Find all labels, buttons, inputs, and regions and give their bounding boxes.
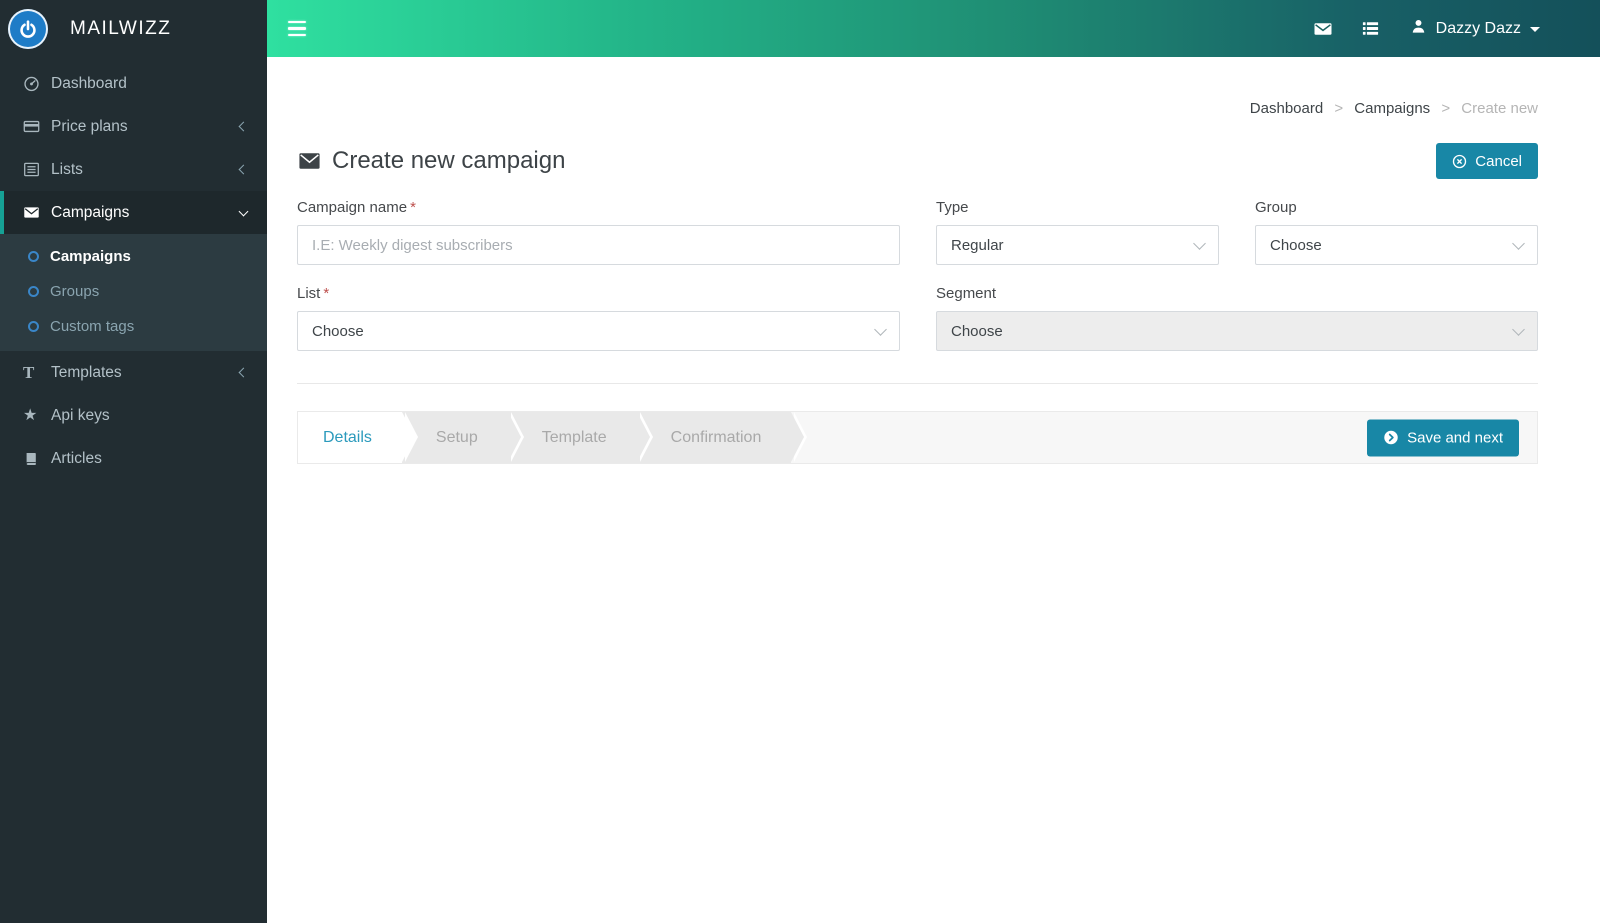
breadcrumb-campaigns[interactable]: Campaigns [1354,100,1430,117]
chevron-left-icon [239,368,249,378]
sidebar-subitem-campaigns[interactable]: Campaigns [0,239,267,274]
brand[interactable]: MAILWIZZ [0,0,267,57]
credit-card-icon [23,118,51,135]
wizard-steps-bar: Details Setup Template Confirmation Save… [297,411,1538,464]
chevron-down-icon [874,323,887,336]
wizard-step-label: Setup [436,429,478,447]
chevron-down-icon [239,206,249,216]
campaign-name-field-group: Campaign name* [297,199,900,265]
sidebar-item-dashboard[interactable]: Dashboard [0,62,267,105]
campaigns-submenu: Campaigns Groups Custom tags [0,234,267,351]
text-height-icon: T [23,364,51,381]
wizard-step-label: Details [323,429,372,447]
messages-icon[interactable] [1313,19,1333,39]
sidebar-item-label: Articles [51,450,102,468]
sidebar-item-campaigns[interactable]: Campaigns [0,191,267,234]
segment-select-value: Choose [951,323,1003,340]
type-select-value: Regular [951,237,1004,254]
sidebar-item-label: Api keys [51,407,110,425]
save-and-next-button[interactable]: Save and next [1367,419,1519,456]
divider [297,383,1538,384]
sidebar-item-templates[interactable]: T Templates [0,351,267,394]
sidebar-item-label: Price plans [51,118,128,136]
list-label: List* [297,285,900,302]
sidebar-item-label: Campaigns [51,204,129,222]
group-select-value: Choose [1270,237,1322,254]
group-select[interactable]: Choose [1255,225,1538,265]
wizard-step-details[interactable]: Details [298,412,402,463]
breadcrumb-dashboard[interactable]: Dashboard [1250,100,1323,117]
breadcrumb-separator: > [1334,100,1343,117]
cancel-button[interactable]: Cancel [1436,143,1538,179]
dashboard-icon [23,75,51,92]
sidebar-subitem-groups[interactable]: Groups [0,274,267,309]
page-title: Create new campaign [297,147,565,175]
circle-icon [28,286,39,297]
chevron-left-icon [239,165,249,175]
page-head: Create new campaign Cancel [297,143,1538,179]
wizard-step-template[interactable]: Template [508,412,637,463]
campaign-form: Campaign name* Type Regular Group Choose [297,199,1538,351]
sidebar-subitem-label: Custom tags [50,318,134,335]
sidebar-item-lists[interactable]: Lists [0,148,267,191]
circle-icon [28,251,39,262]
breadcrumb: Dashboard > Campaigns > Create new [297,100,1538,117]
user-menu[interactable]: Dazzy Dazz [1410,18,1540,40]
chevron-circle-right-icon [1383,430,1399,446]
group-label: Group [1255,199,1538,216]
sidebar-nav: Dashboard Price plans Lists Campaigns [0,62,267,480]
sidebar-item-label: Lists [51,161,83,179]
chevron-left-icon [239,122,249,132]
sidebar-item-label: Dashboard [51,75,127,93]
sidebar-item-api-keys[interactable]: ★ Api keys [0,394,267,437]
chevron-down-icon [1512,323,1525,336]
circle-icon [28,321,39,332]
mailwizz-logo-icon [8,9,48,49]
type-select[interactable]: Regular [936,225,1219,265]
main-content: Dashboard > Campaigns > Create new Creat… [267,57,1600,923]
sidebar-item-articles[interactable]: Articles [0,437,267,480]
campaign-name-label: Campaign name* [297,199,900,216]
topbar-right: Dazzy Dazz [1285,18,1600,40]
brand-name: MAILWIZZ [70,18,171,40]
list-select[interactable]: Choose [297,311,900,351]
wizard-step-label: Confirmation [671,429,762,447]
wizard-step-label: Template [542,429,607,447]
segment-field-group: Segment Choose [936,285,1538,351]
group-field-group: Group Choose [1255,199,1538,265]
chevron-down-icon [1193,237,1206,250]
required-asterisk: * [323,285,329,302]
list-icon [23,161,51,178]
sidebar-subitem-label: Campaigns [50,248,131,265]
book-icon [23,451,51,467]
caret-down-icon [1530,27,1540,32]
hamburger-menu-icon[interactable] [284,15,310,43]
envelope-icon [23,204,51,221]
sidebar: MAILWIZZ Dashboard Price plans Lists [0,0,267,923]
list-field-group: List* Choose [297,285,900,351]
server-icon[interactable] [1361,19,1380,38]
user-name: Dazzy Dazz [1436,20,1521,38]
type-field-group: Type Regular [936,199,1219,265]
segment-label: Segment [936,285,1538,302]
sidebar-item-label: Templates [51,364,122,382]
sidebar-subitem-custom-tags[interactable]: Custom tags [0,309,267,344]
list-select-value: Choose [312,323,364,340]
star-icon: ★ [23,408,51,424]
campaign-name-input[interactable] [297,225,900,265]
type-label: Type [936,199,1219,216]
wizard-step-confirmation[interactable]: Confirmation [637,412,792,463]
required-asterisk: * [410,199,416,216]
sidebar-item-price-plans[interactable]: Price plans [0,105,267,148]
topbar: Dazzy Dazz [267,0,1600,57]
user-icon [1410,18,1427,40]
times-circle-icon [1452,154,1467,169]
envelope-icon [297,150,322,172]
chevron-down-icon [1512,237,1525,250]
breadcrumb-separator: > [1441,100,1450,117]
segment-select[interactable]: Choose [936,311,1538,351]
breadcrumb-current: Create new [1461,100,1538,117]
sidebar-subitem-label: Groups [50,283,99,300]
